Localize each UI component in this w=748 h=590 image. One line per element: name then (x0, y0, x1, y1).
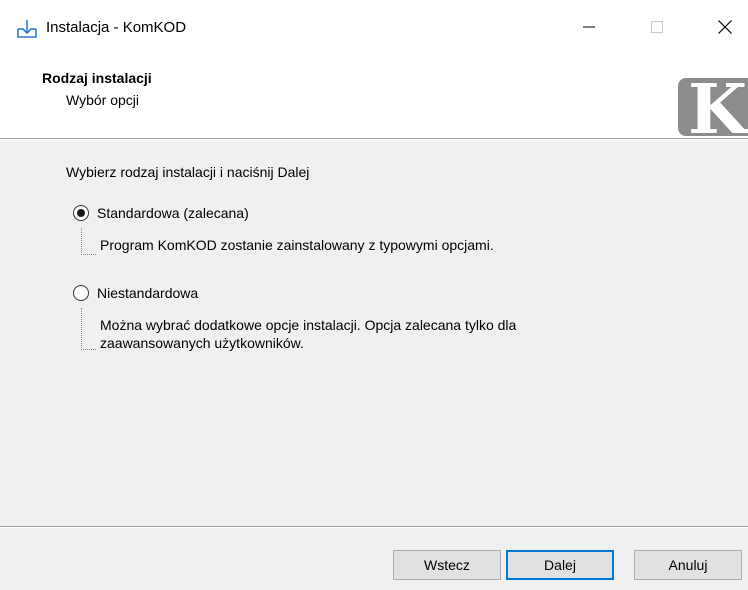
page-subtitle: Wybór opcji (66, 92, 140, 108)
cancel-button[interactable]: Anuluj (634, 550, 742, 580)
option-standard[interactable]: Standardowa (zalecana) (73, 205, 249, 221)
minimize-button[interactable] (566, 8, 612, 48)
page-title: Rodzaj instalacji (42, 70, 152, 86)
install-download-icon (16, 18, 38, 40)
radio-standard[interactable] (73, 205, 89, 221)
close-button[interactable] (702, 8, 748, 48)
radio-custom[interactable] (73, 285, 89, 301)
back-button[interactable]: Wstecz (393, 550, 501, 580)
instruction-text: Wybierz rodzaj instalacji i naciśnij Dal… (66, 164, 310, 180)
logo-letter: K (688, 78, 748, 136)
tree-connector (81, 308, 96, 350)
tree-connector (81, 228, 96, 255)
option-custom-description: Można wybrać dodatkowe opcje instalacji.… (100, 317, 517, 351)
komkod-logo: K (678, 78, 748, 136)
minimize-icon (583, 20, 595, 36)
option-standard-description: Program KomKOD zostanie zainstalowany z … (100, 237, 494, 253)
close-icon (718, 19, 732, 37)
option-custom-label[interactable]: Niestandardowa (97, 285, 198, 301)
option-standard-label[interactable]: Standardowa (zalecana) (97, 205, 249, 221)
maximize-button[interactable] (634, 8, 680, 48)
wizard-header: Rodzaj instalacji Wybór opcji K (0, 52, 748, 138)
maximize-icon (651, 20, 663, 36)
title-bar: Instalacja - KomKOD (0, 0, 748, 52)
window-title: Instalacja - KomKOD (46, 19, 187, 36)
next-button[interactable]: Dalej (506, 550, 614, 580)
installer-window: Instalacja - KomKOD Rodzaj instalacji Wy… (0, 0, 748, 590)
option-custom[interactable]: Niestandardowa (73, 285, 198, 301)
